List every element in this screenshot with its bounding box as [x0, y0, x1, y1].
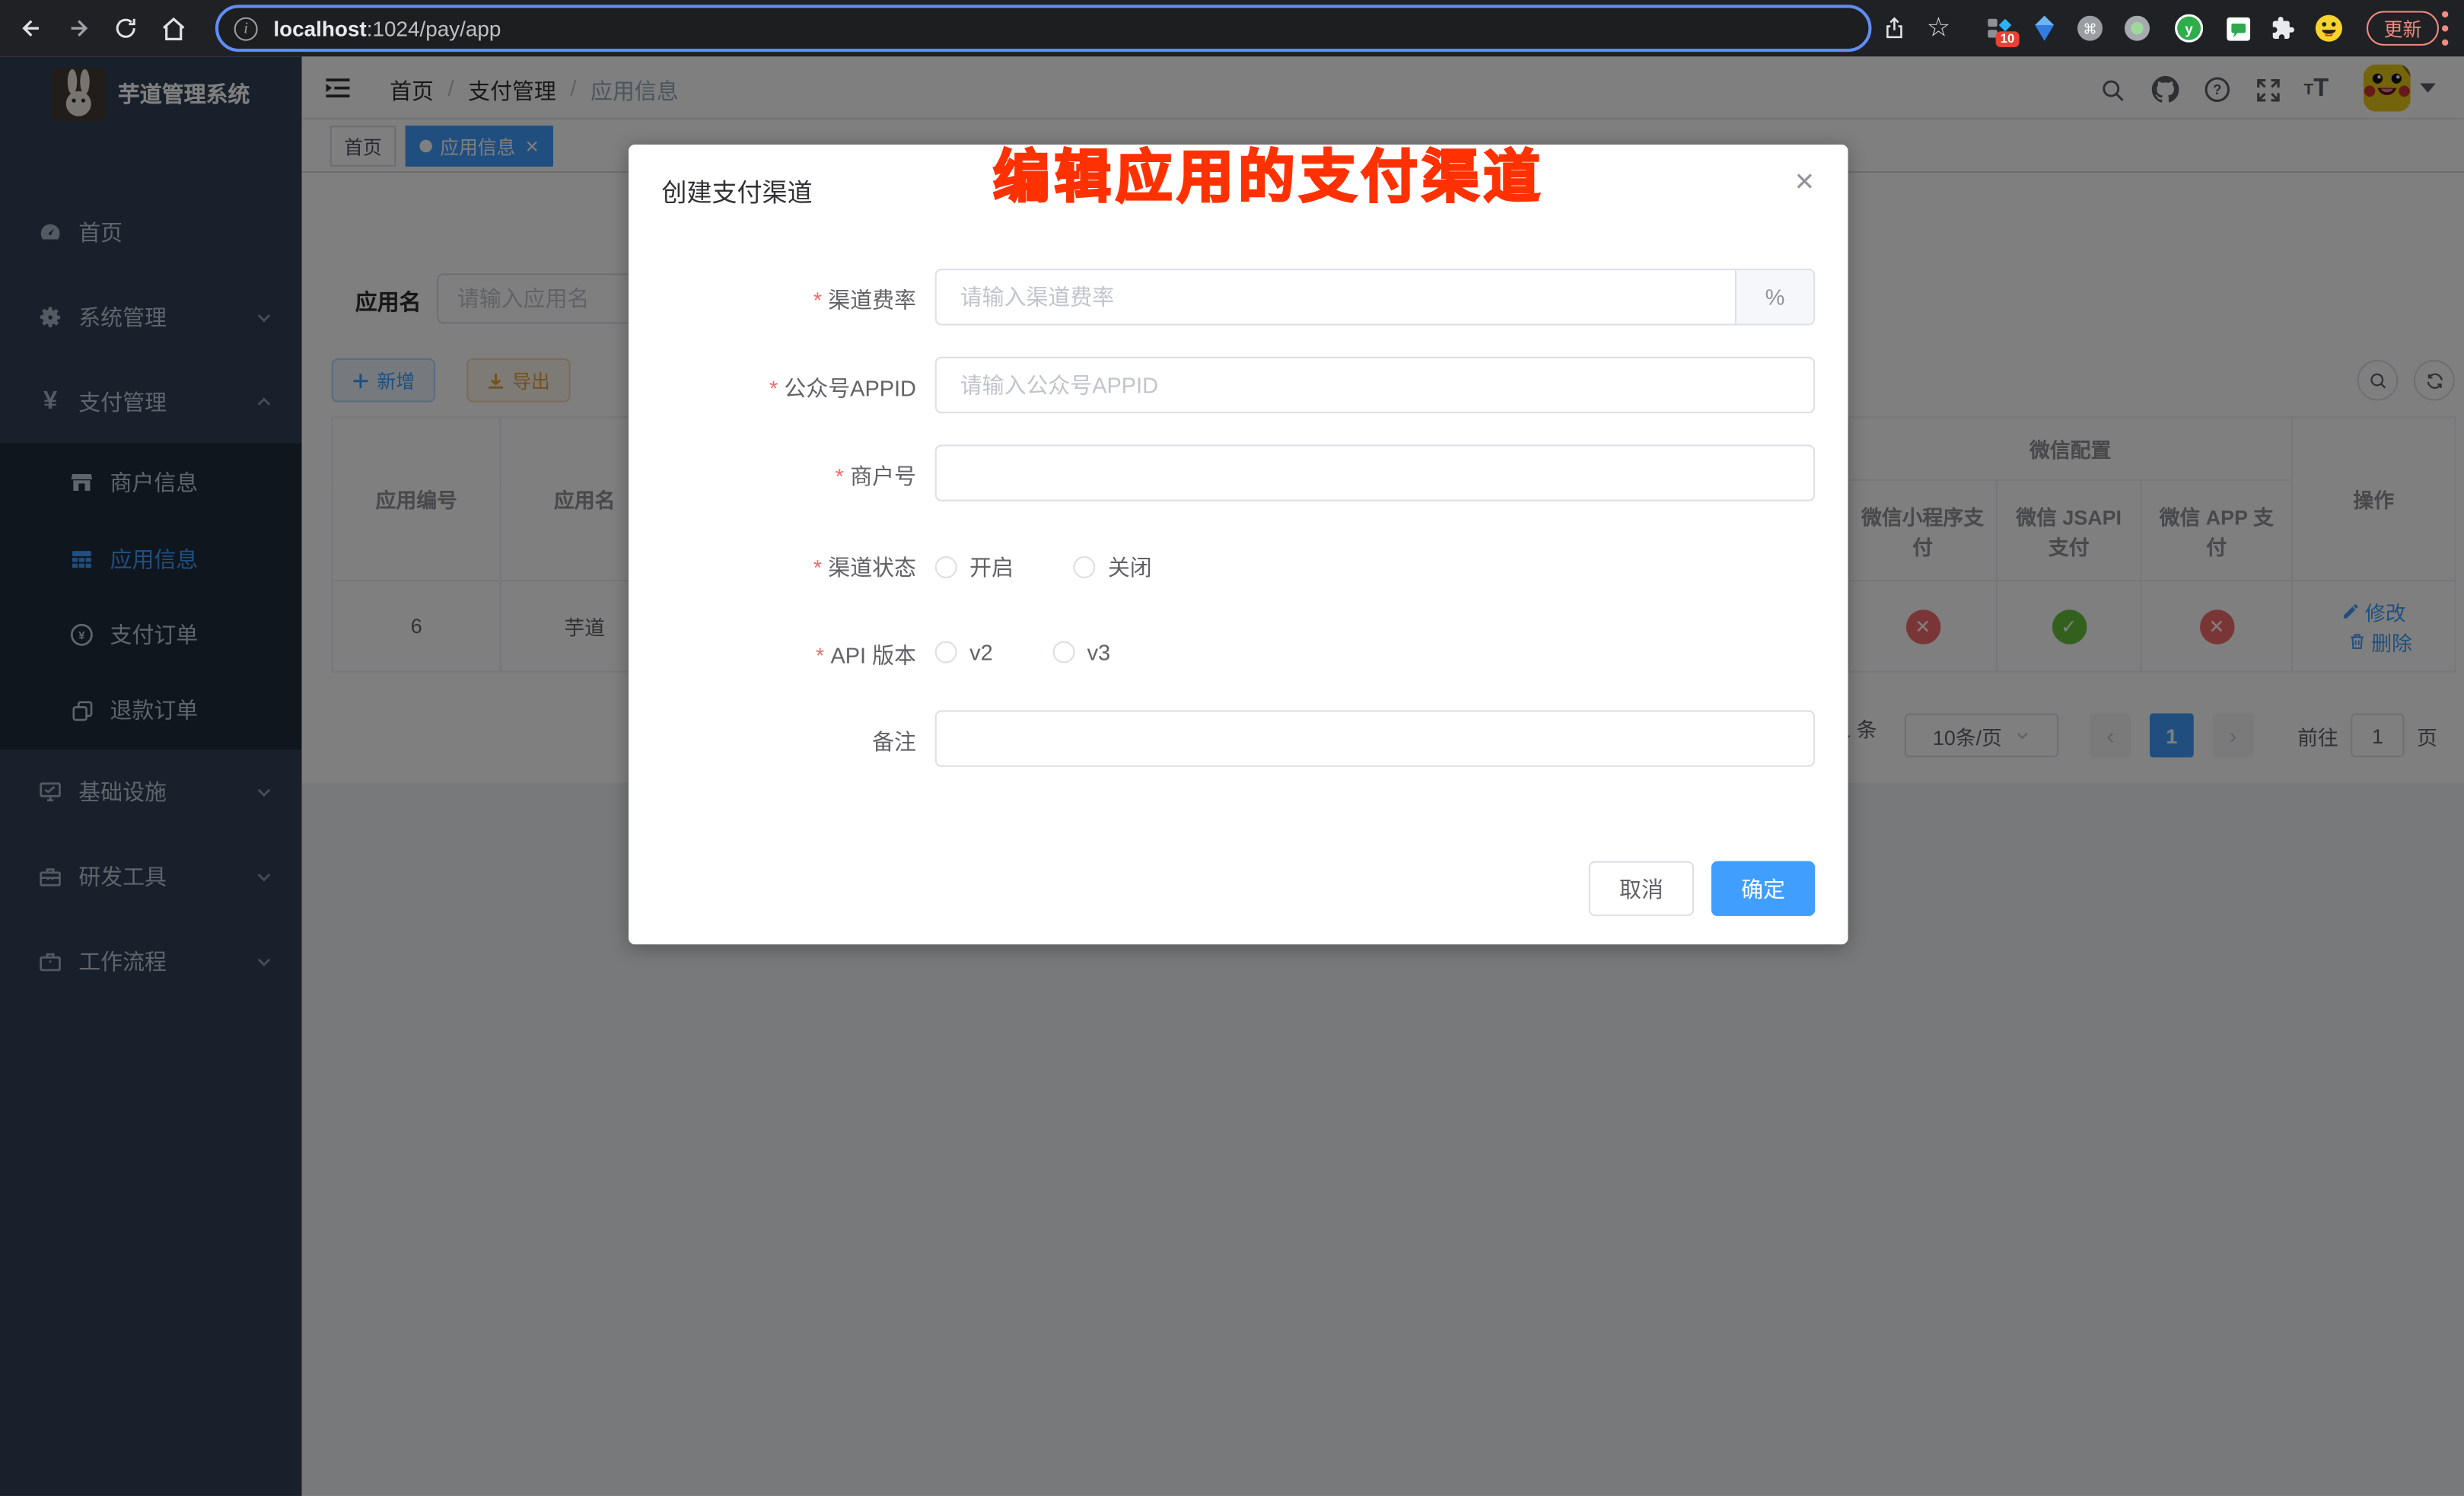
create-channel-dialog: 创建支付渠道 ✕ *渠道费率 % *公众号APPID *商户号 *渠道状态 开启…	[629, 145, 1848, 944]
merchant-input[interactable]	[935, 444, 1815, 501]
url-text: localhost:1024/pay/app	[273, 17, 501, 40]
status-closed-radio[interactable]	[1073, 556, 1095, 578]
browser-forward-button[interactable]	[59, 9, 97, 47]
screen: i localhost:1024/pay/app ☆ 10 ⌘ y	[0, 0, 2464, 1496]
dialog-close-icon[interactable]: ✕	[1794, 171, 1815, 196]
bookmark-star-icon[interactable]: ☆	[1927, 13, 1950, 44]
api-v2-radio[interactable]	[935, 641, 957, 664]
rate-input-group: %	[935, 269, 1815, 325]
required-asterisk: *	[769, 376, 778, 401]
extension-badge: 10	[1996, 31, 2020, 47]
status-open-radio[interactable]	[935, 556, 957, 578]
cancel-button[interactable]: 取消	[1589, 861, 1694, 916]
annotation-text: 编辑应用的支付渠道	[993, 132, 1545, 213]
confirm-button[interactable]: 确定	[1711, 861, 1815, 916]
browser-menu-icon[interactable]: •••	[2437, 8, 2453, 50]
required-asterisk: *	[813, 555, 822, 580]
appid-input[interactable]	[935, 357, 1815, 413]
svg-text:⌘: ⌘	[2083, 21, 2097, 37]
rate-label: *渠道费率	[649, 285, 916, 316]
appid-label: *公众号APPID	[649, 372, 916, 403]
extension-icon-3[interactable]: ⌘	[2074, 13, 2106, 44]
extension-icon-2[interactable]	[2029, 13, 2060, 44]
extension-icon-4[interactable]	[2122, 13, 2153, 44]
browser-back-button[interactable]	[13, 9, 51, 47]
status-open-label[interactable]: 开启	[969, 552, 1014, 583]
status-radio-group: 开启 关闭	[935, 552, 1152, 583]
required-asterisk: *	[816, 643, 824, 668]
share-icon[interactable]	[1883, 16, 1906, 41]
api-version-label: *API 版本	[649, 639, 916, 670]
address-bar[interactable]: i localhost:1024/pay/app	[215, 5, 1872, 52]
api-version-radio-group: v2 v3	[935, 639, 1110, 664]
merchant-label: *商户号	[649, 460, 916, 492]
api-v2-label[interactable]: v2	[969, 639, 993, 664]
remark-label: 备注	[649, 726, 916, 757]
browser-home-button[interactable]	[154, 9, 192, 47]
extension-icon-1[interactable]: 10	[1983, 13, 2014, 44]
dialog-title: 创建支付渠道	[661, 171, 812, 209]
browser-reload-button[interactable]	[107, 9, 145, 47]
extension-icon-5[interactable]: y	[2173, 13, 2205, 44]
extension-icon-6[interactable]	[2222, 13, 2253, 44]
extension-emoji-icon[interactable]	[2313, 13, 2345, 44]
rate-input[interactable]	[937, 270, 1735, 323]
svg-text:y: y	[2185, 21, 2193, 37]
browser-update-button[interactable]: 更新	[2367, 11, 2439, 45]
rate-suffix: %	[1735, 270, 1813, 323]
required-asterisk: *	[836, 463, 844, 489]
site-info-icon[interactable]: i	[234, 17, 258, 40]
status-label: *渠道状态	[649, 552, 916, 583]
browser-toolbar: i localhost:1024/pay/app ☆ 10 ⌘ y	[0, 0, 2464, 56]
remark-input[interactable]	[935, 710, 1815, 766]
status-closed-label[interactable]: 关闭	[1108, 552, 1152, 583]
extension-puzzle-icon[interactable]	[2268, 13, 2299, 44]
api-v3-radio[interactable]	[1052, 641, 1074, 664]
api-v3-label[interactable]: v3	[1087, 639, 1111, 664]
app-page: 芋道管理系统 首页 系统管理 ¥ 支付管理	[0, 56, 2464, 1496]
required-asterisk: *	[813, 288, 822, 313]
